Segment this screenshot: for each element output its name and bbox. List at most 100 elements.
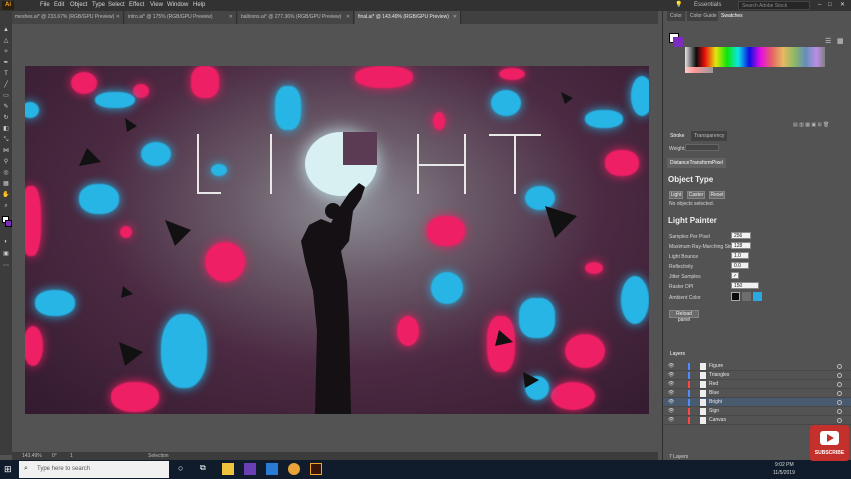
artboard[interactable]: [25, 66, 649, 414]
rotation-value[interactable]: 0°: [52, 452, 57, 460]
direct-selection-tool-icon[interactable]: △: [2, 38, 10, 45]
zoom-level[interactable]: 143.49%: [22, 452, 42, 460]
tab-stroke[interactable]: Stroke: [667, 131, 688, 141]
file-explorer-icon[interactable]: [222, 463, 234, 475]
rotate-tool-icon[interactable]: ↻: [2, 115, 10, 122]
taskbar-search-input[interactable]: Type here to search: [19, 461, 169, 478]
illustrator-taskbar-icon[interactable]: [310, 463, 322, 475]
menu-object[interactable]: Object: [70, 0, 87, 11]
target-icon[interactable]: [837, 382, 842, 387]
layer-row[interactable]: 👁 Red: [663, 380, 851, 389]
close-tab-icon[interactable]: ✕: [116, 11, 120, 24]
weight-field[interactable]: [685, 144, 719, 151]
visibility-icon[interactable]: 👁: [668, 389, 674, 398]
close-tab-icon[interactable]: ✕: [229, 11, 233, 24]
ambient-swatch-blue[interactable]: [753, 292, 762, 301]
visibility-icon[interactable]: 👁: [668, 380, 674, 389]
selection-tool-icon[interactable]: ▲: [2, 27, 10, 34]
jitter-checkbox[interactable]: ✓: [731, 272, 739, 279]
stock-search-input[interactable]: Search Adobe Stock: [738, 1, 810, 10]
tab-layers[interactable]: Layers: [667, 349, 689, 359]
type-tool-icon[interactable]: T: [2, 71, 10, 78]
tab-meshes[interactable]: meshes.ai* @ 233.67% (RGB/GPU Preview) ✕: [12, 11, 124, 24]
cortana-icon[interactable]: ○: [178, 463, 190, 475]
close-icon[interactable]: ✕: [840, 0, 845, 11]
list-view-icon[interactable]: ☰: [825, 37, 831, 45]
tab-distance-transform[interactable]: DistanceTransformPixel: [667, 158, 726, 168]
layer-row-selected[interactable]: 👁 Bright: [663, 398, 851, 407]
visual-studio-icon[interactable]: [244, 463, 256, 475]
rectangle-tool-icon[interactable]: ▭: [2, 93, 10, 100]
line-tool-icon[interactable]: ╱: [2, 82, 10, 89]
windows-start-icon[interactable]: ⊞: [4, 464, 14, 474]
steps-select[interactable]: 128: [731, 242, 751, 249]
caster-button[interactable]: Caster: [687, 191, 705, 199]
pen-tool-icon[interactable]: ✒: [2, 60, 10, 67]
lightbulb-icon[interactable]: 💡: [675, 0, 682, 11]
reflectivity-select[interactable]: 0.0: [731, 262, 749, 269]
vscode-icon[interactable]: [266, 463, 278, 475]
swatch-actions[interactable]: ▤ ▥ ▦ ▣ ⊞ 🗑: [793, 122, 829, 128]
target-icon[interactable]: [837, 391, 842, 396]
more-tools-icon[interactable]: ⋯: [2, 263, 10, 270]
target-icon[interactable]: [837, 373, 842, 378]
tab-intro[interactable]: intro.ai* @ 175% (RGB/GPU Preview) ✕: [125, 11, 237, 24]
minimize-icon[interactable]: –: [818, 0, 821, 11]
stroke-swatch[interactable]: [5, 220, 12, 227]
menu-help[interactable]: Help: [193, 0, 205, 11]
maximize-icon[interactable]: □: [828, 0, 832, 11]
visibility-icon[interactable]: 👁: [668, 362, 674, 371]
visibility-icon[interactable]: 👁: [668, 416, 674, 425]
menu-select[interactable]: Select: [108, 0, 125, 11]
brush-tool-icon[interactable]: ✎: [2, 104, 10, 111]
eraser-tool-icon[interactable]: ◧: [2, 126, 10, 133]
target-icon[interactable]: [837, 418, 842, 423]
samples-select[interactable]: 256: [731, 232, 751, 239]
close-tab-icon[interactable]: ✕: [453, 11, 457, 24]
reset-button[interactable]: Reset: [709, 191, 725, 199]
swatch-grid[interactable]: [685, 47, 825, 67]
tab-final[interactable]: final.ai* @ 143.49% (RGB/GPU Preview) ✕: [355, 11, 461, 24]
menu-file[interactable]: File: [40, 0, 50, 11]
layer-row[interactable]: 👁 Triangles: [663, 371, 851, 380]
menu-edit[interactable]: Edit: [54, 0, 64, 11]
light-button[interactable]: Light: [669, 191, 683, 199]
menu-type[interactable]: Type: [92, 0, 105, 11]
tab-transparency[interactable]: Transparency: [691, 131, 728, 141]
gradient-tool-icon[interactable]: ▦: [2, 181, 10, 188]
artboard-number[interactable]: 1: [70, 452, 73, 460]
dpi-select[interactable]: 150: [731, 282, 759, 289]
youtube-subscribe-badge[interactable]: SUBSCRIBE: [810, 425, 849, 461]
ambient-swatch-gray[interactable]: [742, 292, 751, 301]
screen-mode-icon[interactable]: ▣: [2, 251, 10, 258]
layer-row[interactable]: 👁 Canvas: [663, 416, 851, 425]
ambient-swatch-black[interactable]: [731, 292, 740, 301]
tab-color-guide[interactable]: Color Guide: [687, 11, 720, 21]
tab-color[interactable]: Color: [667, 11, 685, 21]
layer-row[interactable]: 👁 Figure: [663, 362, 851, 371]
magic-wand-icon[interactable]: ✧: [2, 49, 10, 56]
tab-swatches[interactable]: Swatches: [718, 11, 746, 21]
swatch-group[interactable]: [685, 67, 713, 73]
close-tab-icon[interactable]: ✕: [346, 11, 350, 24]
target-icon[interactable]: [837, 409, 842, 414]
visibility-icon[interactable]: 👁: [668, 398, 674, 407]
blend-tool-icon[interactable]: ◎: [2, 170, 10, 177]
target-icon[interactable]: [837, 364, 842, 369]
zoom-tool-icon[interactable]: ⌕: [2, 203, 10, 210]
target-icon[interactable]: [837, 400, 842, 405]
menu-view[interactable]: View: [150, 0, 163, 11]
tab-balloons[interactable]: balloons.ai* @ 277.36% (RGB/GPU Preview)…: [238, 11, 354, 24]
scale-tool-icon[interactable]: ⤡: [2, 137, 10, 144]
chrome-icon[interactable]: [288, 463, 300, 475]
task-view-icon[interactable]: ⧉: [200, 463, 212, 475]
eyedropper-tool-icon[interactable]: ⚲: [2, 159, 10, 166]
workspace-switcher[interactable]: Essentials: [694, 0, 721, 11]
visibility-icon[interactable]: 👁: [668, 407, 674, 416]
grid-view-icon[interactable]: ▦: [837, 37, 844, 45]
menu-effect[interactable]: Effect: [129, 0, 144, 11]
menu-window[interactable]: Window: [167, 0, 188, 11]
reload-panel-button[interactable]: Reload panel: [669, 310, 699, 323]
layer-row[interactable]: 👁 Sign: [663, 407, 851, 416]
width-tool-icon[interactable]: ⋈: [2, 148, 10, 155]
